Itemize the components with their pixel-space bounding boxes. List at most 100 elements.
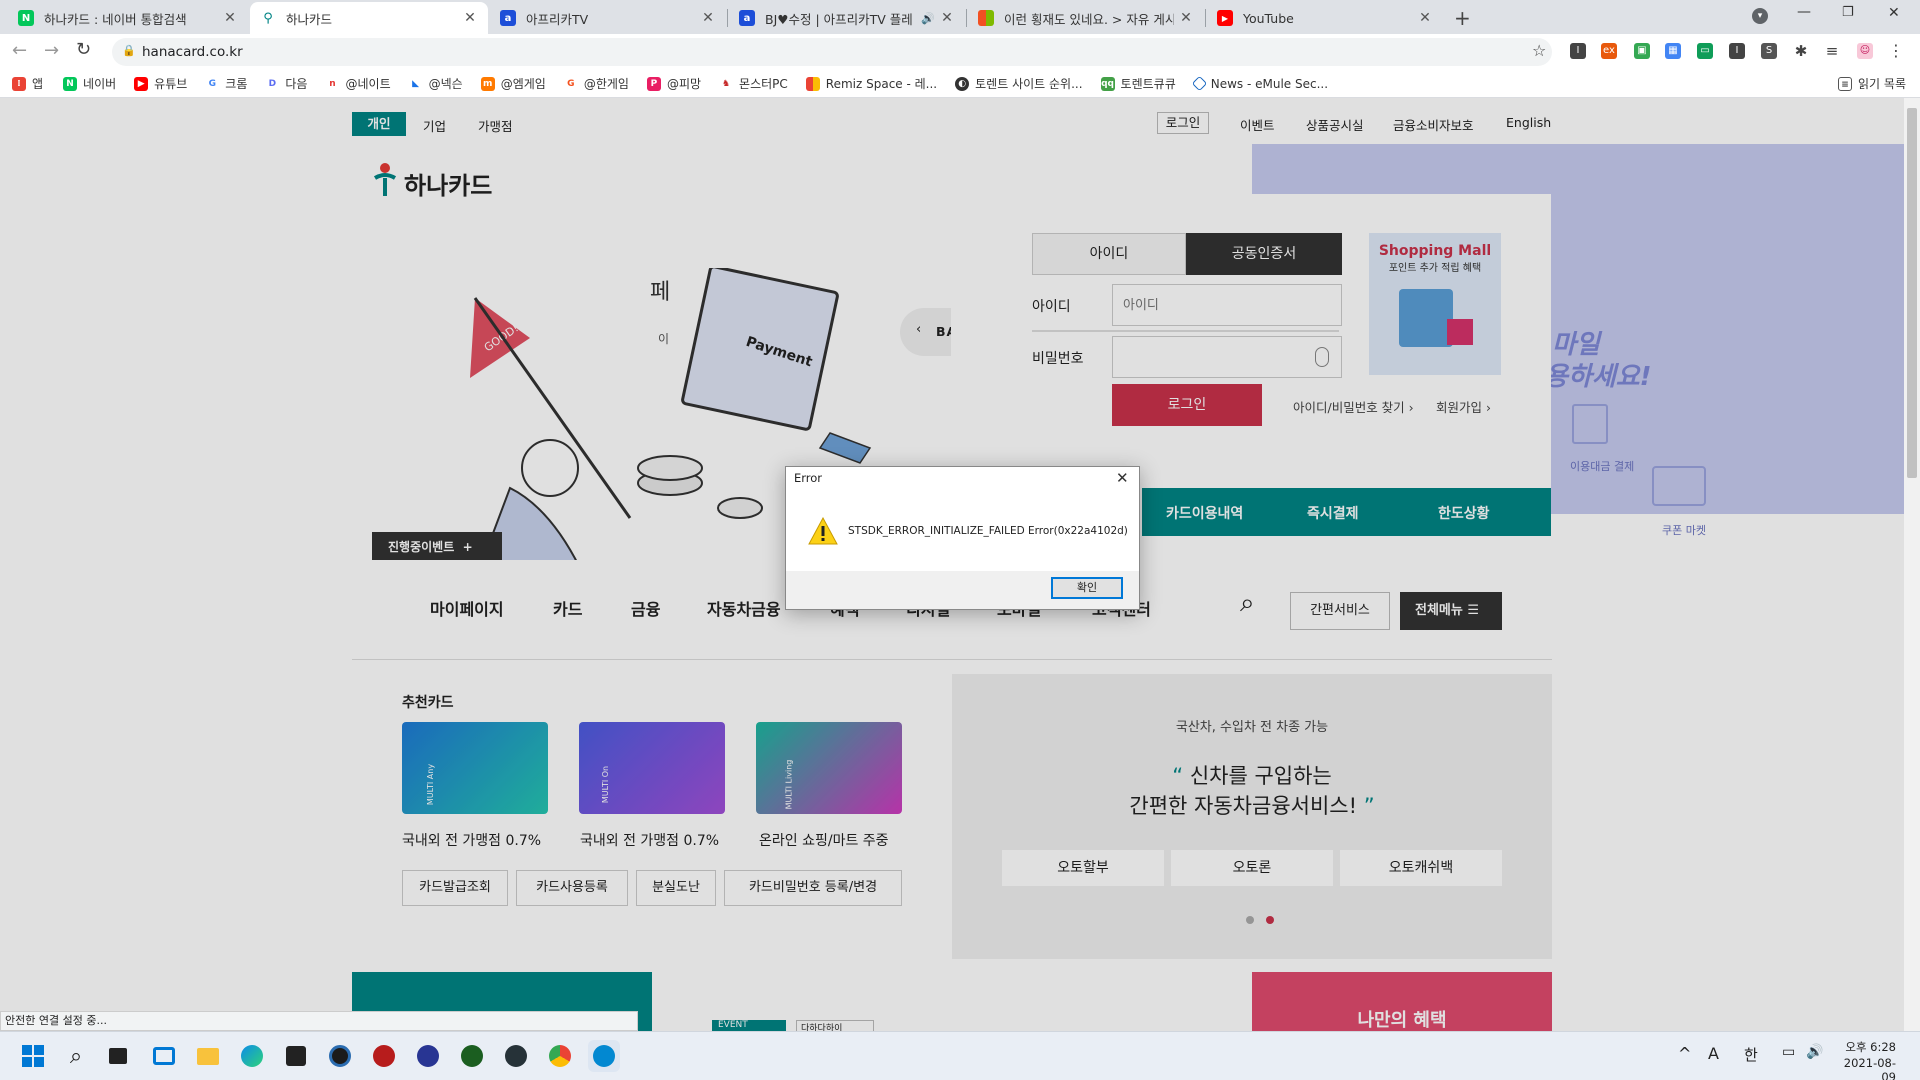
store-icon[interactable] (280, 1040, 312, 1072)
app-icon[interactable] (324, 1040, 356, 1072)
carousel-dot-active[interactable] (1266, 916, 1274, 924)
product-disclosure-link[interactable]: 상품공시실 (1306, 115, 1364, 134)
reload-icon[interactable]: ↻ (76, 39, 91, 60)
extension-icon[interactable]: ▣ (1634, 43, 1650, 59)
app-icon-active[interactable] (588, 1040, 620, 1072)
ime-hangul[interactable]: 한 (1744, 1044, 1758, 1065)
tab-youtube[interactable]: ▶ YouTube ✕ (1207, 2, 1443, 34)
card-name[interactable]: 국내외 전 가맹점 0.7% (580, 830, 719, 850)
tab-cert-login[interactable]: 공동인증서 (1186, 233, 1342, 275)
extension-icon[interactable]: ex (1601, 43, 1617, 59)
scrollbar-thumb[interactable] (1907, 108, 1917, 478)
card-image-multi-any[interactable]: MULTI Any (402, 722, 548, 814)
volume-icon[interactable]: 🔊 (1806, 1044, 1823, 1060)
app-icon[interactable] (500, 1040, 532, 1072)
bookmark-nexon[interactable]: ◣ @넥슨 (408, 75, 463, 92)
clock-date[interactable]: 2021-08-09 (1836, 1056, 1896, 1080)
nav-card[interactable]: 카드 (553, 596, 582, 620)
clock-time[interactable]: 오후 6:28 (1836, 1039, 1896, 1055)
close-tab-icon[interactable]: ✕ (222, 10, 238, 26)
search-icon[interactable]: ⌕ (1240, 588, 1255, 619)
app-icon[interactable] (412, 1040, 444, 1072)
bookmark-torrent-rank[interactable]: ◐ 토렌트 사이트 순위... (955, 75, 1083, 92)
chrome-icon[interactable] (544, 1040, 576, 1072)
address-bar[interactable]: 🔒 hanacard.co.kr ☆ (112, 38, 1552, 66)
auto-installment-button[interactable]: 오토할부 (1002, 850, 1164, 886)
media-control-icon[interactable]: ≡ (1824, 43, 1840, 59)
extension-icon[interactable]: I (1570, 43, 1586, 59)
extension-icon[interactable]: S (1761, 43, 1777, 59)
show-hidden-icons[interactable]: ^ (1678, 1044, 1691, 1063)
ok-button[interactable]: 확인 (1051, 577, 1123, 599)
card-registration-button[interactable]: 카드사용등록 (516, 870, 628, 906)
english-link[interactable]: English (1506, 115, 1551, 130)
bookmark-torrentqq[interactable]: qq 토렌트큐큐 (1100, 75, 1176, 92)
bookmark-remiz[interactable]: Remiz Space - 레... (805, 75, 937, 92)
close-tab-icon[interactable]: ✕ (1178, 10, 1194, 26)
shopping-mall-banner[interactable]: Shopping Mall 포인트 추가 적립 혜택 (1369, 233, 1501, 375)
card-image-multi-living[interactable]: MULTI Living (756, 722, 902, 814)
password-input[interactable] (1112, 336, 1342, 378)
bookmark-emule[interactable]: News - eMule Sec... (1191, 75, 1328, 92)
tab-id-login[interactable]: 아이디 (1032, 233, 1186, 275)
edge-icon[interactable] (236, 1040, 268, 1072)
bookmark-daum[interactable]: D 다음 (265, 75, 307, 92)
all-menu-button[interactable]: 전체메뉴 ☰ (1400, 592, 1502, 630)
card-usage-link[interactable]: 카드이용내역 (1166, 503, 1243, 523)
close-tab-icon[interactable]: ✕ (462, 10, 478, 26)
app-icon[interactable] (368, 1040, 400, 1072)
consumer-protection-link[interactable]: 금융소비자보호 (1393, 115, 1474, 134)
close-tab-icon[interactable]: ✕ (1417, 10, 1433, 26)
id-input[interactable] (1112, 284, 1342, 326)
restore-button[interactable]: ❐ (1842, 5, 1854, 20)
bookmark-chrome[interactable]: G 크롬 (205, 75, 247, 92)
profile-avatar[interactable]: ☺ (1857, 43, 1873, 59)
tab-afreeca-bj[interactable]: a BJ♥수정 | 아프리카TV 플레 🔊 ✕ (729, 2, 965, 34)
card-issue-status-button[interactable]: 카드발급조회 (402, 870, 508, 906)
nav-finance[interactable]: 금융 (631, 596, 660, 620)
bookmark-hangame[interactable]: G @한게임 (563, 75, 629, 92)
login-link[interactable]: 로그인 (1157, 112, 1209, 134)
tab-merchant[interactable]: 가맹점 (478, 116, 513, 135)
instant-payment-link[interactable]: 즉시결제 (1307, 503, 1359, 523)
extensions-puzzle-icon[interactable]: ✱ (1793, 43, 1809, 59)
close-window-button[interactable]: ✕ (1888, 5, 1900, 21)
my-benefits-banner[interactable]: 나만의 혜택 (1252, 972, 1552, 1031)
extension-icon[interactable]: ▭ (1697, 43, 1713, 59)
task-view-icon[interactable] (102, 1040, 134, 1072)
bookmark-youtube[interactable]: ▶ 유튜브 (134, 75, 187, 92)
logo-text[interactable]: 하나카드 (404, 166, 492, 201)
tab-naver-search[interactable]: N 하나카드 : 네이버 통합검색 ✕ (8, 2, 248, 34)
app-icon[interactable] (456, 1040, 488, 1072)
widgets-icon[interactable] (148, 1040, 180, 1072)
url-text[interactable]: hanacard.co.kr (142, 44, 243, 60)
dialog-close-button[interactable]: ✕ (1116, 469, 1129, 487)
keypad-icon[interactable] (1315, 347, 1329, 367)
extension-icon[interactable]: I (1729, 43, 1745, 59)
scrollbar[interactable] (1904, 98, 1920, 1031)
join-link[interactable]: 회원가입 › (1436, 397, 1491, 416)
bookmark-mgame[interactable]: m @엠게임 (480, 75, 546, 92)
card-password-button[interactable]: 카드비밀번호 등록/변경 (724, 870, 902, 906)
event-link[interactable]: 이벤트 (1240, 115, 1275, 134)
forward-icon[interactable]: → (44, 40, 59, 61)
auto-cashback-button[interactable]: 오토캐쉬백 (1340, 850, 1502, 886)
ime-mode[interactable]: A (1708, 1044, 1719, 1063)
tab-free-board[interactable]: 이런 횡재도 있네요. > 자유 게시 ✕ (968, 2, 1204, 34)
ongoing-events-button[interactable]: 진행중이벤트 + (372, 532, 502, 562)
extension-icon[interactable]: ▦ (1665, 43, 1681, 59)
menu-kebab-icon[interactable]: ⋮ (1888, 43, 1904, 59)
nav-mypage[interactable]: 마이페이지 (430, 596, 504, 620)
bookmark-nate[interactable]: n @네이트 (325, 75, 391, 92)
back-icon[interactable]: ← (12, 40, 27, 61)
login-button[interactable]: 로그인 (1112, 384, 1262, 426)
bookmark-naver[interactable]: N 네이버 (63, 75, 116, 92)
tab-business[interactable]: 기업 (423, 116, 446, 135)
card-image-multi-on[interactable]: MULTI On (579, 722, 725, 814)
find-id-password-link[interactable]: 아이디/비밀번호 찾기 › (1293, 397, 1414, 416)
auto-loan-button[interactable]: 오토론 (1171, 850, 1333, 886)
carousel-dot[interactable] (1246, 916, 1254, 924)
minimize-button[interactable]: — (1797, 4, 1811, 20)
audio-icon[interactable]: 🔊 (921, 12, 935, 25)
file-explorer-icon[interactable] (192, 1040, 224, 1072)
